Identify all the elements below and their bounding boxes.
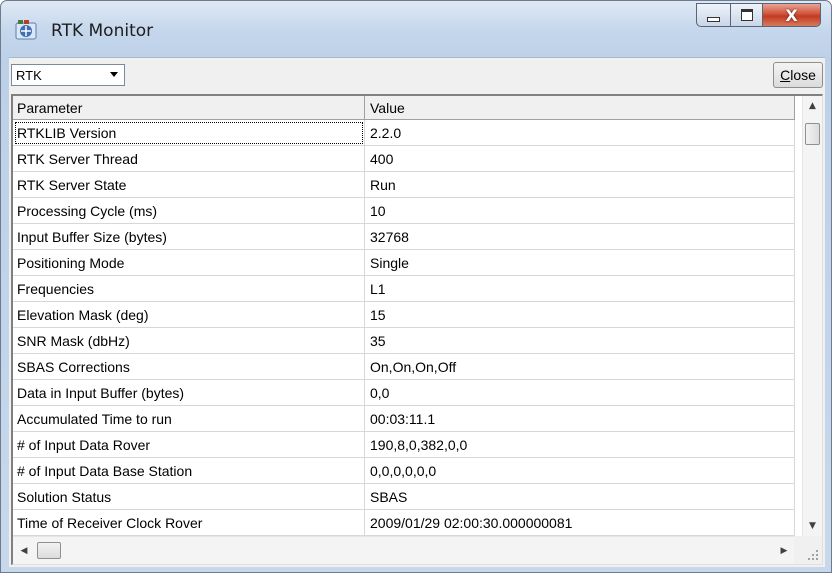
value-cell[interactable]: 2009/01/29 02:00:30.000000081 bbox=[365, 510, 795, 536]
parameter-cell[interactable]: RTKLIB Version bbox=[13, 120, 365, 146]
close-button-accesskey: C bbox=[780, 67, 791, 83]
mode-select[interactable]: RTK bbox=[11, 64, 125, 86]
table-row[interactable]: Elevation Mask (deg) 15 bbox=[13, 302, 795, 328]
monitor-table-body: Parameter Value RTKLIB Version 2.2.0 RTK S… bbox=[13, 96, 795, 536]
window-close-button[interactable]: X bbox=[763, 3, 821, 27]
minimize-icon bbox=[697, 4, 730, 26]
table-row[interactable]: # of Input Data Base Station 0,0,0,0,0,0 bbox=[13, 458, 795, 484]
parameter-cell[interactable]: RTK Server State bbox=[13, 172, 365, 198]
parameter-cell[interactable]: # of Input Data Rover bbox=[13, 432, 365, 458]
title-bar[interactable]: RTK Monitor X bbox=[1, 1, 831, 57]
value-cell[interactable]: 0,0,0,0,0,0 bbox=[365, 458, 795, 484]
close-button-label: lose bbox=[790, 67, 816, 83]
maximize-button[interactable] bbox=[730, 3, 763, 27]
value-cell[interactable]: 400 bbox=[365, 146, 795, 172]
table-row[interactable]: RTKLIB Version 2.2.0 bbox=[13, 120, 795, 146]
scroll-up-icon[interactable]: ▲ bbox=[803, 96, 822, 116]
value-cell[interactable]: 35 bbox=[365, 328, 795, 354]
table-row[interactable]: SBAS Corrections On,On,On,Off bbox=[13, 354, 795, 380]
parameter-cell[interactable]: Processing Cycle (ms) bbox=[13, 198, 365, 224]
parameter-cell[interactable]: Frequencies bbox=[13, 276, 365, 302]
table-row[interactable]: RTK Server Thread 400 bbox=[13, 146, 795, 172]
value-cell[interactable]: 00:03:11.1 bbox=[365, 406, 795, 432]
horizontal-scrollbar[interactable]: ◀ ▶ bbox=[13, 536, 795, 564]
monitor-table[interactable]: Parameter Value RTKLIB Version 2.2.0 RTK S… bbox=[11, 94, 823, 565]
table-row[interactable]: Data in Input Buffer (bytes) 0,0 bbox=[13, 380, 795, 406]
parameter-cell[interactable]: Time of Receiver Clock Rover bbox=[13, 510, 365, 536]
close-icon: X bbox=[785, 5, 798, 25]
parameter-cell[interactable]: SBAS Corrections bbox=[13, 354, 365, 380]
scroll-down-icon[interactable]: ▼ bbox=[803, 516, 822, 536]
table-row[interactable]: Solution Status SBAS bbox=[13, 484, 795, 510]
table-header-row: Parameter Value bbox=[13, 96, 795, 120]
value-cell[interactable]: Run bbox=[365, 172, 795, 198]
parameter-cell[interactable]: Data in Input Buffer (bytes) bbox=[13, 380, 365, 406]
table-row[interactable]: RTK Server State Run bbox=[13, 172, 795, 198]
parameter-cell[interactable]: Solution Status bbox=[13, 484, 365, 510]
window-controls: X bbox=[696, 3, 821, 29]
value-cell[interactable]: 15 bbox=[365, 302, 795, 328]
value-cell[interactable]: 32768 bbox=[365, 224, 795, 250]
table-row[interactable]: Accumulated Time to run 00:03:11.1 bbox=[13, 406, 795, 432]
parameter-cell[interactable]: Input Buffer Size (bytes) bbox=[13, 224, 365, 250]
value-cell[interactable]: 0,0 bbox=[365, 380, 795, 406]
value-cell[interactable]: Single bbox=[365, 250, 795, 276]
scroll-left-icon[interactable]: ◀ bbox=[13, 537, 35, 564]
dropdown-arrow-icon[interactable] bbox=[105, 66, 123, 84]
table-row[interactable]: Frequencies L1 bbox=[13, 276, 795, 302]
close-button[interactable]: Close bbox=[773, 62, 823, 88]
column-header-parameter[interactable]: Parameter bbox=[13, 96, 365, 120]
table-row[interactable]: Time of Receiver Clock Rover 2009/01/29 0… bbox=[13, 510, 795, 536]
value-cell[interactable]: On,On,On,Off bbox=[365, 354, 795, 380]
client-area: RTK Close Parameter Value RTKLIB Version… bbox=[9, 57, 825, 567]
mode-select-value: RTK bbox=[16, 68, 42, 83]
parameter-cell[interactable]: SNR Mask (dbHz) bbox=[13, 328, 365, 354]
value-cell[interactable]: L1 bbox=[365, 276, 795, 302]
parameter-cell[interactable]: Positioning Mode bbox=[13, 250, 365, 276]
value-cell[interactable]: 2.2.0 bbox=[365, 120, 795, 146]
table-row[interactable]: Positioning Mode Single bbox=[13, 250, 795, 276]
parameter-cell[interactable]: Accumulated Time to run bbox=[13, 406, 365, 432]
table-row[interactable]: Processing Cycle (ms) 10 bbox=[13, 198, 795, 224]
value-cell[interactable]: 10 bbox=[365, 198, 795, 224]
parameter-cell[interactable]: RTK Server Thread bbox=[13, 146, 365, 172]
value-cell[interactable]: SBAS bbox=[365, 484, 795, 510]
size-grip-icon[interactable] bbox=[794, 536, 822, 564]
vertical-scrollbar[interactable]: ▲ ▼ bbox=[802, 96, 822, 536]
maximize-icon bbox=[731, 4, 762, 26]
parameter-cell[interactable]: Elevation Mask (deg) bbox=[13, 302, 365, 328]
vertical-scroll-thumb[interactable] bbox=[805, 123, 820, 145]
rtk-monitor-app-icon bbox=[15, 20, 37, 40]
value-cell[interactable]: 190,8,0,382,0,0 bbox=[365, 432, 795, 458]
horizontal-scroll-thumb[interactable] bbox=[37, 542, 61, 559]
minimize-button[interactable] bbox=[696, 3, 730, 27]
scroll-right-icon[interactable]: ▶ bbox=[773, 537, 795, 564]
column-header-value[interactable]: Value bbox=[365, 96, 795, 120]
window-title: RTK Monitor bbox=[51, 21, 154, 41]
table-row[interactable]: SNR Mask (dbHz) 35 bbox=[13, 328, 795, 354]
table-row[interactable]: # of Input Data Rover 190,8,0,382,0,0 bbox=[13, 432, 795, 458]
rtk-monitor-window: RTK Monitor X RTK Close Parameter Value … bbox=[0, 0, 832, 573]
table-row[interactable]: Input Buffer Size (bytes) 32768 bbox=[13, 224, 795, 250]
parameter-cell[interactable]: # of Input Data Base Station bbox=[13, 458, 365, 484]
